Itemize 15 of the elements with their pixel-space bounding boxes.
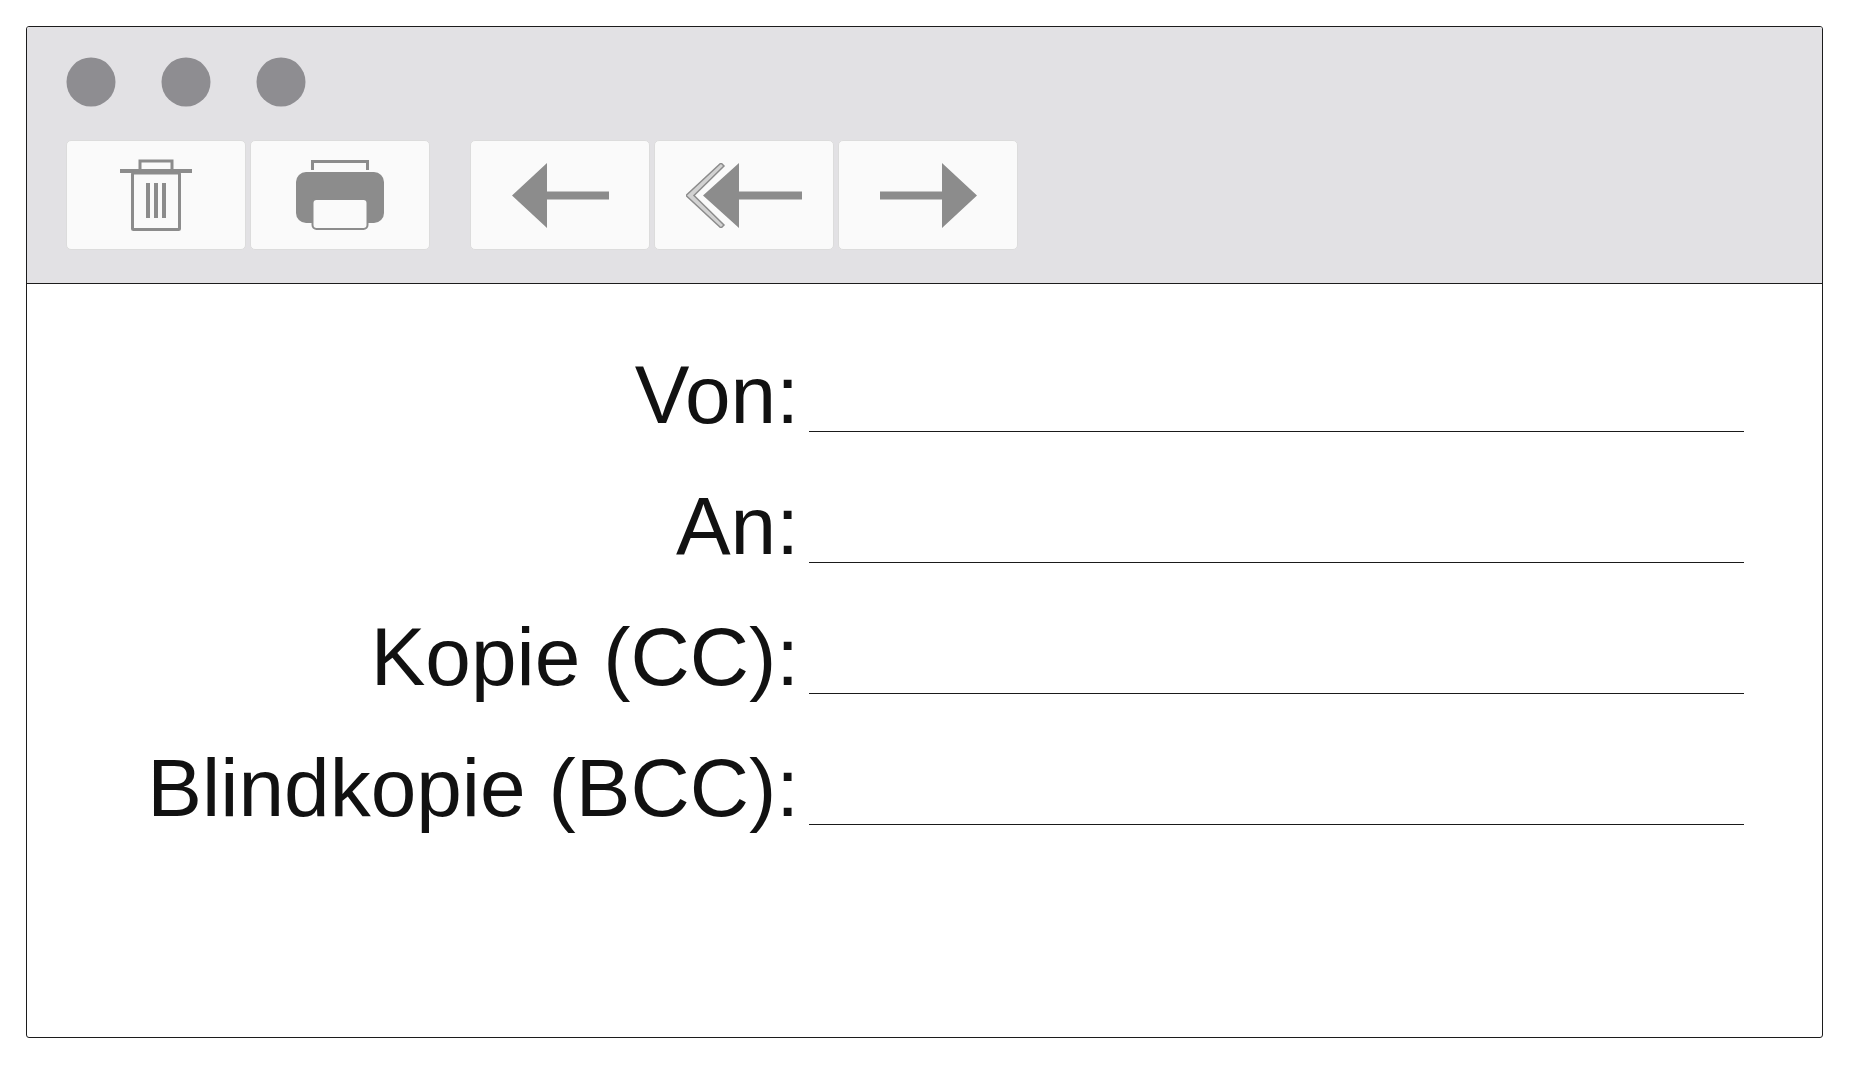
right-arrow-icon <box>879 162 977 228</box>
printer-icon <box>296 160 384 230</box>
left-arrow-icon <box>511 162 609 228</box>
print-button[interactable] <box>250 140 430 250</box>
trash-button[interactable] <box>66 140 246 250</box>
double-left-arrow-icon <box>686 162 802 228</box>
field-label: An: <box>675 485 799 567</box>
window-dot-icon[interactable] <box>66 57 116 107</box>
left-arrow-button[interactable] <box>470 140 650 250</box>
trash-icon <box>120 159 192 231</box>
double-left-arrow-button[interactable] <box>654 140 834 250</box>
window-dot-icon[interactable] <box>256 57 306 107</box>
window-dot-icon[interactable] <box>161 57 211 107</box>
right-arrow-button[interactable] <box>838 140 1018 250</box>
field-label: Von: <box>634 354 799 436</box>
